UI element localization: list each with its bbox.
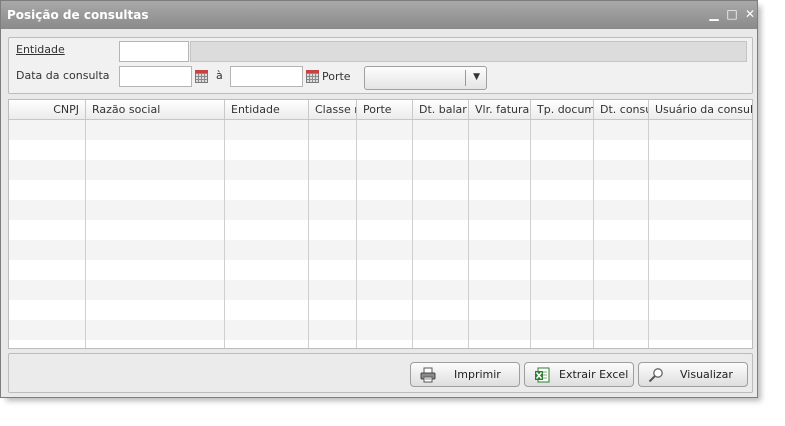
- calendar-icon[interactable]: [195, 70, 208, 83]
- column-divider: [412, 120, 413, 348]
- column-divider: [468, 120, 469, 348]
- calendar-icon[interactable]: [306, 70, 319, 83]
- column-header-tp-documento[interactable]: Tp. docum: [531, 100, 594, 119]
- grid-row-stripe: [9, 320, 752, 340]
- entidade-code-input[interactable]: [119, 41, 189, 62]
- date-to-input[interactable]: [230, 66, 303, 87]
- column-divider: [648, 120, 649, 348]
- date-from-input[interactable]: [119, 66, 192, 87]
- export-excel-label: Extrair Excel: [559, 368, 629, 381]
- column-divider: [593, 120, 594, 348]
- column-header-razao-social[interactable]: Razão social: [86, 100, 225, 119]
- select-divider: [465, 70, 466, 86]
- column-divider: [224, 120, 225, 348]
- column-header-dt-balanco[interactable]: Dt. balar: [413, 100, 469, 119]
- grid-row-stripe: [9, 160, 752, 180]
- column-header-vlr-faturamento[interactable]: Vlr. fatura: [469, 100, 531, 119]
- column-header-entidade[interactable]: Entidade: [225, 100, 309, 119]
- printer-icon: [420, 367, 436, 383]
- view-button-label: Visualizar: [680, 368, 733, 381]
- column-header-usuario[interactable]: Usuário da consul: [649, 100, 752, 119]
- maximize-button[interactable]: □: [726, 8, 738, 20]
- print-button[interactable]: Imprimir: [410, 362, 520, 387]
- minimize-button[interactable]: ▁: [708, 8, 720, 20]
- close-button[interactable]: ✕: [744, 8, 756, 20]
- results-grid: CNPJ Razão social Entidade Classe r Port…: [8, 99, 753, 349]
- grid-row-stripe: [9, 240, 752, 260]
- data-consulta-label: Data da consulta: [16, 69, 110, 82]
- excel-icon: [535, 367, 550, 383]
- view-button[interactable]: Visualizar: [638, 362, 748, 387]
- column-header-porte[interactable]: Porte: [357, 100, 413, 119]
- entidade-name-field: [190, 41, 747, 62]
- porte-select[interactable]: ▼: [364, 66, 487, 90]
- column-header-classe[interactable]: Classe r: [309, 100, 357, 119]
- column-divider: [85, 120, 86, 348]
- column-divider: [308, 120, 309, 348]
- export-excel-button[interactable]: Extrair Excel: [524, 362, 634, 387]
- filter-panel: Entidade Data da consulta à Porte ▼: [8, 37, 753, 94]
- grid-row-stripe: [9, 120, 752, 140]
- window-title: Posição de consultas: [7, 8, 149, 22]
- title-bar[interactable]: Posição de consultas ▁ □ ✕: [1, 1, 757, 29]
- chevron-down-icon: ▼: [473, 72, 480, 82]
- grid-row-stripe: [9, 200, 752, 220]
- grid-row-stripe: [9, 280, 752, 300]
- entidade-label[interactable]: Entidade: [16, 43, 65, 56]
- range-separator: à: [216, 69, 223, 82]
- print-button-label: Imprimir: [454, 368, 501, 381]
- magnifier-icon: [648, 368, 663, 383]
- grid-header: CNPJ Razão social Entidade Classe r Port…: [9, 100, 752, 120]
- column-header-dt-consulta[interactable]: Dt. consu: [594, 100, 649, 119]
- porte-label: Porte: [322, 70, 351, 83]
- action-bar: Imprimir Extrair Excel Visualizar: [8, 353, 753, 393]
- consultas-window: Posição de consultas ▁ □ ✕ Entidade Data…: [0, 0, 758, 398]
- column-header-cnpj[interactable]: CNPJ: [9, 100, 86, 119]
- column-divider: [356, 120, 357, 348]
- column-divider: [530, 120, 531, 348]
